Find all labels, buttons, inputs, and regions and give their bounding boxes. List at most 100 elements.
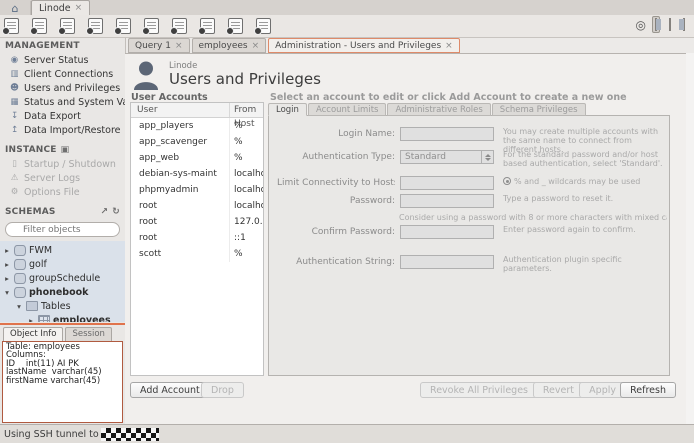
redacted-host <box>101 428 159 441</box>
vertical-scrollbar[interactable] <box>685 53 694 425</box>
sidebar-item-status-system-variables[interactable]: ▦Status and System Variables <box>0 95 125 109</box>
account-row[interactable]: phpmyadminlocalhost <box>131 182 263 198</box>
account-row[interactable]: app_scavenger% <box>131 134 263 150</box>
drop-button: Drop <box>201 382 244 398</box>
account-row[interactable]: root::1 <box>131 230 263 246</box>
resize-schemas-icon[interactable]: ↗ <box>101 207 109 217</box>
account-row[interactable]: root127.0.0.1 <box>131 214 263 230</box>
editor-tab-bar: Query 1× employees× Administration - Use… <box>128 38 460 53</box>
schemas-header: SCHEMAS ↗ ↻ <box>0 204 125 219</box>
preferences-icon[interactable]: ◎ <box>636 19 646 31</box>
account-row[interactable]: debian-sys-maintlocalhost <box>131 166 263 182</box>
auth-string-hint: Authentication plugin specific parameter… <box>503 255 667 273</box>
filter-objects-input[interactable] <box>5 222 120 237</box>
right-panel-icon <box>683 18 685 31</box>
auth-type-value: Standard <box>401 152 481 162</box>
tab-administration-users[interactable]: Administration - Users and Privileges× <box>268 38 460 53</box>
schema-item-phonebook[interactable]: ▾phonebook <box>0 285 125 299</box>
bottom-panel-icon <box>669 18 671 31</box>
wildcard-icon <box>503 177 511 185</box>
schema-item-golf[interactable]: ▸golf <box>0 257 125 271</box>
connection-tab-label: Linode <box>39 3 71 14</box>
status-text: Using SSH tunnel to <box>4 429 99 440</box>
new-query-tab-icon[interactable] <box>4 18 19 34</box>
close-tab-icon[interactable]: × <box>175 41 183 51</box>
close-tab-icon[interactable]: × <box>252 41 260 51</box>
sidebar-item-startup-shutdown: ▯Startup / Shutdown <box>0 157 125 171</box>
object-info-line: firstName varchar(45) <box>6 377 119 386</box>
data-export-icon: ↧ <box>9 111 20 121</box>
sidebar-item-client-connections[interactable]: ▥Client Connections <box>0 67 125 81</box>
add-account-button[interactable]: Add Account <box>130 382 210 398</box>
mysql-workbench-window: ⌂ Linode × ◎ MANAGEMENT ◉Server Status ▥… <box>0 0 694 443</box>
connection-tab[interactable]: Linode × <box>31 0 90 15</box>
page-title: Users and Privileges <box>169 70 321 88</box>
toggle-right-panel-button[interactable] <box>680 16 688 33</box>
tree-item-employees[interactable]: ▸employees <box>0 313 125 322</box>
tab-login[interactable]: Login <box>268 103 307 116</box>
accounts-header-row: User From Host <box>131 103 263 118</box>
password-note: Consider using a password with 8 or more… <box>399 213 667 222</box>
close-tab-icon[interactable]: × <box>445 41 453 51</box>
create-procedure-icon[interactable] <box>172 18 187 34</box>
schema-item-groupschedule[interactable]: ▸groupSchedule <box>0 271 125 285</box>
expand-icon[interactable]: ▸ <box>3 246 11 255</box>
panel-toggles: ◎ <box>636 16 688 33</box>
db-inspector-icon[interactable] <box>60 18 75 34</box>
home-tab[interactable]: ⌂ <box>0 1 31 15</box>
search-data-icon[interactable] <box>228 18 243 34</box>
expand-icon[interactable]: ▸ <box>27 316 35 322</box>
collapse-icon[interactable]: ▾ <box>15 302 23 311</box>
open-sql-script-icon[interactable] <box>32 18 47 34</box>
auth-string-input <box>400 255 494 269</box>
create-function-icon[interactable] <box>200 18 215 34</box>
sidebar-splitter[interactable] <box>0 323 125 325</box>
account-row[interactable]: rootlocalhost <box>131 198 263 214</box>
login-name-input <box>400 127 494 141</box>
instance-header: INSTANCE▣ <box>0 142 125 157</box>
password-hint: Type a password to reset it. <box>503 194 667 203</box>
account-row[interactable]: app_web% <box>131 150 263 166</box>
spinner-icon <box>481 151 493 163</box>
tab-object-info[interactable]: Object Info <box>3 327 63 341</box>
account-row[interactable]: scott% <box>131 246 263 262</box>
tab-account-limits: Account Limits <box>308 103 387 116</box>
sidebar: MANAGEMENT ◉Server Status ▥Client Connec… <box>0 38 126 425</box>
sidebar-item-data-export[interactable]: ↧Data Export <box>0 109 125 123</box>
left-panel-icon <box>655 18 657 31</box>
create-view-icon[interactable] <box>144 18 159 34</box>
user-avatar <box>133 60 159 93</box>
column-from-host: From Host <box>229 103 263 117</box>
create-table-icon[interactable] <box>116 18 131 34</box>
tree-item-tables[interactable]: ▾Tables <box>0 299 125 313</box>
account-row[interactable]: app_players% <box>131 118 263 134</box>
sidebar-item-options-file: ⚙Options File <box>0 185 125 199</box>
sidebar-item-server-logs: ⚠Server Logs <box>0 171 125 185</box>
close-tab-icon[interactable]: × <box>75 3 83 13</box>
editor-instruction: Select an account to edit or click Add A… <box>270 92 627 103</box>
toggle-left-panel-button[interactable] <box>652 16 660 33</box>
limit-hosts-input <box>400 176 494 190</box>
revert-button: Revert <box>533 382 584 398</box>
collapse-icon[interactable]: ▾ <box>3 288 11 297</box>
expand-icon[interactable]: ▸ <box>3 260 11 269</box>
object-info-panel: Table: employees Columns: ID int(11) AI … <box>2 341 123 424</box>
sidebar-item-server-status[interactable]: ◉Server Status <box>0 53 125 67</box>
tab-session[interactable]: Session <box>65 327 111 341</box>
create-schema-icon[interactable] <box>88 18 103 34</box>
expand-icon[interactable]: ▸ <box>3 274 11 283</box>
auth-type-hint: For the standard password and/or host ba… <box>503 150 667 168</box>
refresh-schemas-icon[interactable]: ↻ <box>112 207 120 217</box>
schema-item-fwm[interactable]: ▸FWM <box>0 243 125 257</box>
tab-query-1[interactable]: Query 1× <box>128 38 190 53</box>
sidebar-item-data-import[interactable]: ↥Data Import/Restore <box>0 123 125 137</box>
tables-folder-icon <box>26 301 38 311</box>
tab-schema-privileges: Schema Privileges <box>492 103 586 116</box>
toggle-bottom-panel-button[interactable] <box>666 16 674 33</box>
reconnect-icon[interactable] <box>256 18 271 34</box>
schema-icon <box>14 287 26 298</box>
sidebar-item-users-and-privileges[interactable]: ☻Users and Privileges <box>0 81 125 95</box>
instance-icon: ▣ <box>61 145 70 155</box>
tab-employees[interactable]: employees× <box>192 38 267 53</box>
refresh-button[interactable]: Refresh <box>620 382 676 398</box>
